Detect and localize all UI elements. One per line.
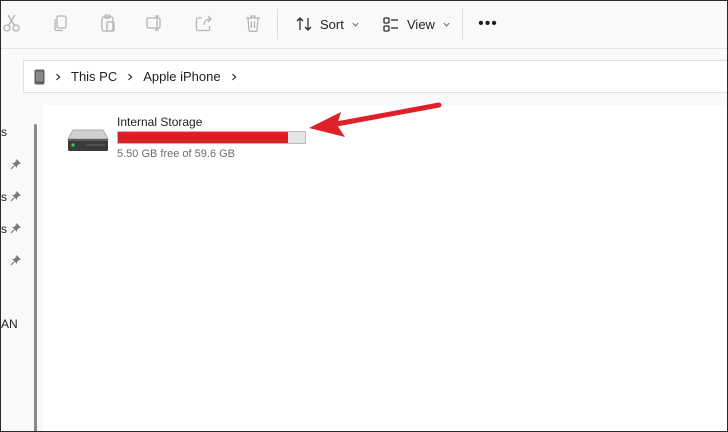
sort-button[interactable]: Sort (295, 12, 360, 36)
nav-item-label[interactable]: s (1, 125, 7, 139)
share-icon[interactable] (193, 12, 215, 34)
toolbar-divider-line (1, 48, 727, 49)
view-icon (383, 17, 398, 32)
view-label: View (407, 16, 435, 32)
breadcrumb-apple-iphone[interactable]: Apple iPhone (143, 69, 220, 84)
content-pane: Internal Storage 5.50 GB free of 59.6 GB (43, 105, 727, 431)
nav-item-label[interactable]: s (1, 190, 7, 204)
drive-internal-storage[interactable]: Internal Storage 5.50 GB free of 59.6 GB (67, 115, 327, 165)
command-bar: Sort View ••• (1, 1, 727, 48)
breadcrumb-this-pc[interactable]: This PC (71, 69, 117, 84)
chevron-right-icon[interactable] (53, 72, 63, 82)
chevron-down-icon (443, 22, 450, 27)
copy-icon[interactable] (50, 12, 72, 34)
sort-label: Sort (320, 16, 344, 32)
sort-icon (296, 17, 312, 31)
nav-item-label[interactable]: s (1, 222, 7, 236)
annotation-arrow-icon (309, 102, 442, 137)
rename-icon[interactable] (144, 12, 166, 34)
hard-drive-icon (67, 129, 109, 151)
more-options-icon[interactable]: ••• (477, 13, 499, 35)
nav-scrollbar[interactable] (34, 124, 37, 431)
pin-icon (10, 191, 21, 202)
pin-icon (10, 159, 21, 170)
pin-icon (10, 255, 21, 266)
delete-icon[interactable] (242, 12, 264, 34)
file-explorer-window: Sort View ••• This PC Apple iPhone s s s… (0, 0, 728, 432)
view-button[interactable]: View (382, 12, 451, 36)
toolbar-divider (277, 9, 278, 39)
drive-name: Internal Storage (117, 115, 203, 129)
storage-usage-bar (117, 131, 306, 144)
pin-icon (10, 223, 21, 234)
chevron-down-icon (352, 22, 359, 27)
cut-icon[interactable] (1, 12, 23, 34)
phone-icon (34, 69, 45, 84)
nav-item-label[interactable]: AN (1, 317, 18, 331)
chevron-right-icon[interactable] (229, 72, 239, 82)
paste-icon[interactable] (97, 12, 119, 34)
address-bar[interactable]: This PC Apple iPhone (23, 60, 727, 93)
storage-usage-fill (118, 132, 288, 143)
drive-free-space: 5.50 GB free of 59.6 GB (117, 148, 236, 160)
chevron-right-icon[interactable] (125, 72, 135, 82)
toolbar-divider (462, 9, 463, 39)
